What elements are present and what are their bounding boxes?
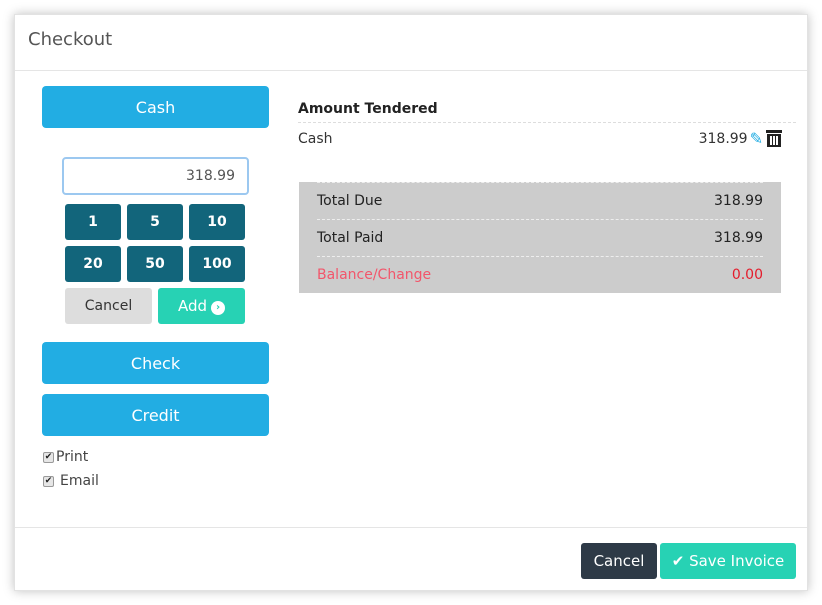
balance-label: Balance/Change — [317, 267, 432, 283]
check-icon: ✔ — [671, 552, 685, 570]
print-option[interactable]: ✔ Print — [43, 449, 88, 465]
total-paid-row: Total Paid 318.99 — [317, 219, 763, 256]
denomination-5-button[interactable]: 5 — [127, 204, 183, 240]
total-due-value: 318.99 — [714, 193, 763, 209]
email-option[interactable]: ✔ Email — [43, 473, 99, 489]
amount-tendered-heading: Amount Tendered — [298, 101, 796, 123]
total-due-label: Total Due — [317, 193, 383, 209]
total-paid-label: Total Paid — [317, 230, 384, 246]
total-due-row: Total Due 318.99 — [317, 182, 763, 219]
chevron-circle-right-icon: › — [211, 301, 226, 315]
balance-value: 0.00 — [731, 267, 763, 283]
total-paid-value: 318.99 — [714, 230, 763, 246]
balance-row: Balance/Change 0.00 — [317, 256, 763, 293]
denomination-20-button[interactable]: 20 — [65, 246, 121, 282]
modal-title: Checkout — [28, 29, 113, 50]
email-checkbox[interactable]: ✔ — [43, 475, 54, 487]
tendered-method: Cash — [298, 130, 333, 147]
modal-body: Cash 1 5 10 20 50 100 Cancel Add› Check … — [15, 71, 807, 529]
add-button[interactable]: Add › — [158, 288, 245, 324]
modal-footer: Cancel ✔ Save Invoice — [15, 527, 807, 590]
denomination-100-button[interactable]: 100 — [189, 246, 245, 282]
trash-icon[interactable] — [766, 130, 782, 147]
keypad-cancel-button[interactable]: Cancel — [65, 288, 152, 324]
denomination-10-button[interactable]: 10 — [189, 204, 245, 240]
save-invoice-label: Save Invoice — [689, 552, 785, 570]
credit-button[interactable]: Credit — [42, 394, 269, 436]
modal-header: Checkout — [15, 15, 807, 71]
check-button[interactable]: Check — [42, 342, 269, 384]
save-invoice-button[interactable]: ✔ Save Invoice — [660, 543, 796, 579]
denomination-1-button[interactable]: 1 — [65, 204, 121, 240]
print-label: Print — [56, 449, 89, 465]
amount-input[interactable] — [62, 157, 249, 195]
cash-button[interactable]: Cash — [42, 86, 269, 128]
pencil-icon[interactable]: ✎ — [750, 129, 763, 148]
tendered-amount: 318.99 — [698, 130, 748, 147]
email-label: Email — [60, 473, 99, 489]
denomination-50-button[interactable]: 50 — [127, 246, 183, 282]
totals-panel: Total Due 318.99 Total Paid 318.99 Balan… — [299, 182, 781, 293]
add-label: Add — [177, 297, 208, 315]
checkout-modal: Checkout Cash 1 5 10 20 50 100 Cancel Ad… — [14, 14, 808, 591]
print-checkbox[interactable]: ✔ — [43, 451, 54, 463]
tendered-row: Cash 318.99 ✎ — [298, 129, 782, 148]
cancel-button[interactable]: Cancel — [581, 543, 657, 579]
